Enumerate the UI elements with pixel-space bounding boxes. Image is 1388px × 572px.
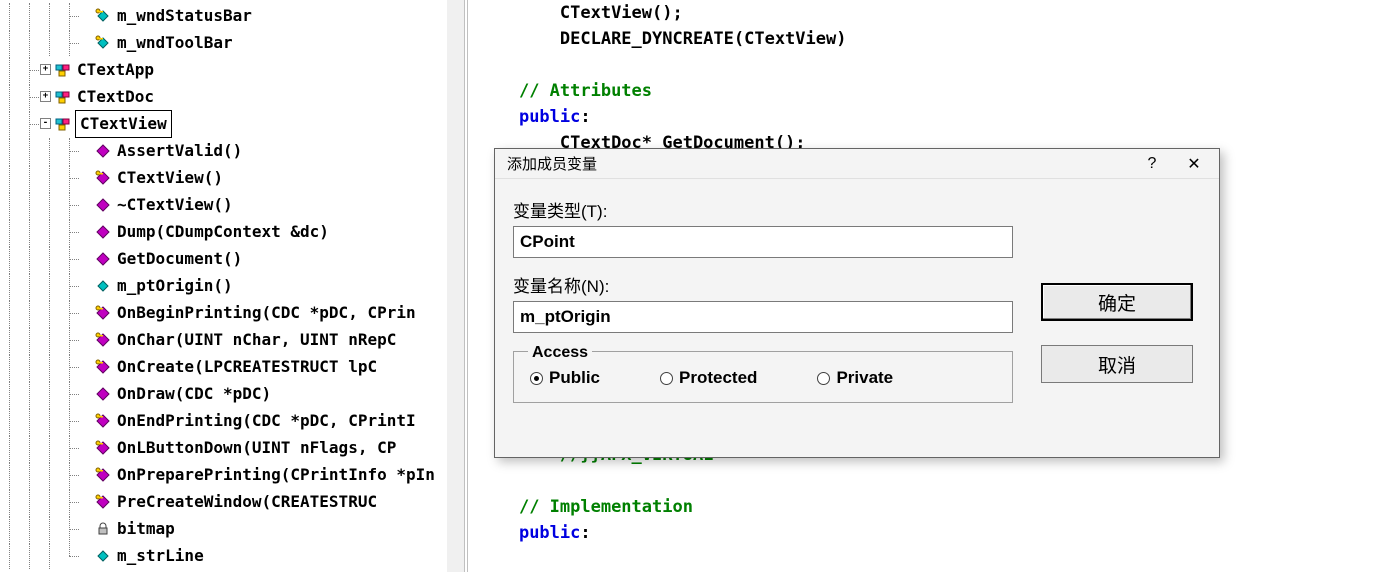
radio-icon [530, 372, 543, 385]
tree-item-label: AssertValid() [115, 138, 244, 164]
ok-button[interactable]: 确定 [1041, 283, 1193, 321]
method-key-icon [95, 413, 111, 429]
method-key-icon [95, 332, 111, 348]
member-key-icon [95, 35, 111, 51]
code-line: public: [478, 520, 1388, 546]
tree-item-label: ~CTextView() [115, 192, 235, 218]
method-key-icon [95, 359, 111, 375]
code-line: DECLARE_DYNCREATE(CTextView) [478, 26, 1388, 52]
tree-item-label: CTextApp [75, 57, 156, 83]
class-icon [55, 89, 71, 105]
tree-item[interactable]: GetDocument() [0, 245, 464, 272]
dialog-help-button[interactable]: ? [1131, 151, 1173, 177]
dialog-titlebar[interactable]: 添加成员变量 ? ✕ [495, 149, 1219, 179]
tree-item-label: OnLButtonDown(UINT nFlags, CP [115, 435, 398, 461]
method-icon [95, 143, 111, 159]
tree-item[interactable]: m_wndStatusBar [0, 2, 464, 29]
code-line: // Attributes [478, 78, 1388, 104]
tree-item[interactable]: OnLButtonDown(UINT nFlags, CP [0, 434, 464, 461]
variable-type-label: 变量类型(T): [513, 197, 1201, 222]
close-icon[interactable]: ✕ [1173, 151, 1215, 177]
tree-item[interactable]: OnCreate(LPCREATESTRUCT lpC [0, 353, 464, 380]
tree-item-label: bitmap [115, 516, 177, 542]
tree-item[interactable]: OnDraw(CDC *pDC) [0, 380, 464, 407]
code-line [478, 468, 1388, 494]
code-line: public: [478, 104, 1388, 130]
member-icon [95, 278, 111, 294]
tree-item[interactable]: + CTextDoc [0, 83, 464, 110]
tree-item[interactable]: m_wndToolBar [0, 29, 464, 56]
expand-icon[interactable]: + [40, 91, 51, 102]
method-key-icon [95, 494, 111, 510]
tree-item-label: m_strLine [115, 543, 206, 569]
tree-item[interactable]: m_ptOrigin() [0, 272, 464, 299]
tree-item[interactable]: + CTextApp [0, 56, 464, 83]
method-icon [95, 224, 111, 240]
tree-item[interactable]: AssertValid() [0, 137, 464, 164]
tree-item[interactable]: bitmap [0, 515, 464, 542]
tree-item[interactable]: - CTextView [0, 110, 464, 137]
lock-icon [95, 521, 111, 537]
tree-item-label: GetDocument() [115, 246, 244, 272]
tree-item-label: m_wndStatusBar [115, 3, 254, 29]
collapse-icon[interactable]: - [40, 118, 51, 129]
method-icon [95, 251, 111, 267]
method-icon [95, 386, 111, 402]
tree-item[interactable]: ~CTextView() [0, 191, 464, 218]
code-line: CTextView(); [478, 0, 1388, 26]
tree-item-label: OnEndPrinting(CDC *pDC, CPrintI [115, 408, 418, 434]
member-icon [95, 548, 111, 564]
tree-item-label: m_ptOrigin() [115, 273, 235, 299]
tree-item-label: OnBeginPrinting(CDC *pDC, CPrin [115, 300, 418, 326]
cancel-button[interactable]: 取消 [1041, 345, 1193, 383]
expand-icon[interactable]: + [40, 64, 51, 75]
access-fieldset: Access Public Protected Private [513, 351, 1013, 403]
add-member-variable-dialog: 添加成员变量 ? ✕ 变量类型(T): 变量名称(N): Access Publ… [494, 148, 1220, 458]
tree-item[interactable]: m_strLine [0, 542, 464, 569]
tree-item-label: CTextView [75, 110, 172, 138]
tree-item-label: OnChar(UINT nChar, UINT nRepC [115, 327, 398, 353]
tree-item[interactable]: OnEndPrinting(CDC *pDC, CPrintI [0, 407, 464, 434]
access-private-radio[interactable]: Private [817, 368, 893, 388]
tree-item-label: PreCreateWindow(CREATESTRUC [115, 489, 379, 515]
class-icon [55, 62, 71, 78]
tree-item[interactable]: PreCreateWindow(CREATESTRUC [0, 488, 464, 515]
method-key-icon [95, 440, 111, 456]
tree-scrollbar[interactable] [447, 0, 464, 572]
tree-item-label: CTextView() [115, 165, 225, 191]
tree-item-label: OnPreparePrinting(CPrintInfo *pIn [115, 462, 437, 488]
tree-item-label: Dump(CDumpContext &dc) [115, 219, 331, 245]
tree-item[interactable]: OnBeginPrinting(CDC *pDC, CPrin [0, 299, 464, 326]
method-key-icon [95, 467, 111, 483]
access-protected-radio[interactable]: Protected [660, 368, 757, 388]
method-icon [95, 197, 111, 213]
tree-item-label: CTextDoc [75, 84, 156, 110]
code-line [478, 52, 1388, 78]
tree-item[interactable]: OnChar(UINT nChar, UINT nRepC [0, 326, 464, 353]
method-key-icon [95, 305, 111, 321]
access-legend: Access [528, 344, 592, 362]
member-key-icon [95, 8, 111, 24]
tree-item-label: OnCreate(LPCREATESTRUCT lpC [115, 354, 379, 380]
variable-type-input[interactable] [513, 226, 1013, 258]
radio-icon [660, 372, 673, 385]
access-public-radio[interactable]: Public [530, 368, 600, 388]
class-icon [55, 116, 71, 132]
tree-item-label: OnDraw(CDC *pDC) [115, 381, 273, 407]
tree-item[interactable]: Dump(CDumpContext &dc) [0, 218, 464, 245]
tree-item[interactable]: OnPreparePrinting(CPrintInfo *pIn [0, 461, 464, 488]
code-line: // Implementation [478, 494, 1388, 520]
variable-name-input[interactable] [513, 301, 1013, 333]
method-key-icon [95, 170, 111, 186]
tree-item[interactable]: CTextView() [0, 164, 464, 191]
dialog-title: 添加成员变量 [507, 153, 597, 174]
class-view-tree[interactable]: m_wndStatusBarm_wndToolBar + CTextApp + CTex… [0, 0, 468, 572]
radio-icon [817, 372, 830, 385]
tree-item-label: m_wndToolBar [115, 30, 235, 56]
